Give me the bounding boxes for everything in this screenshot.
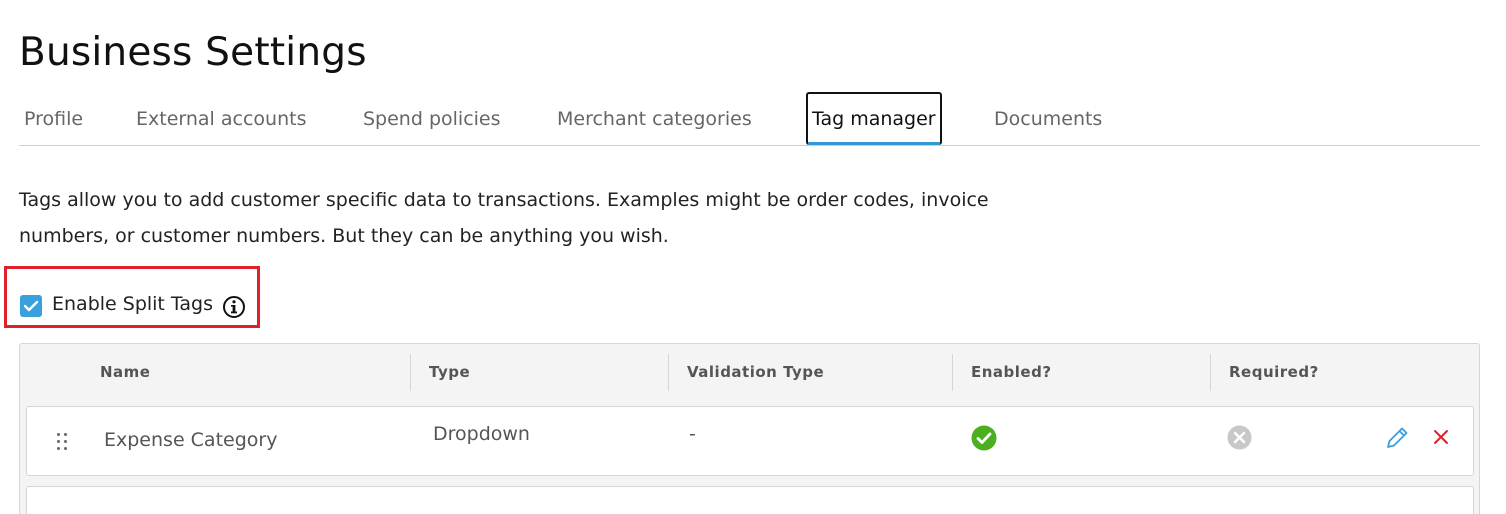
column-header-name[interactable]: Name: [100, 363, 150, 381]
column-header-required[interactable]: Required?: [1229, 363, 1319, 381]
column-divider[interactable]: [1210, 354, 1211, 391]
column-header-enabled[interactable]: Enabled?: [971, 363, 1052, 381]
required-disabled-icon: [1227, 425, 1252, 454]
column-divider[interactable]: [410, 354, 411, 391]
checkmark-icon: [23, 300, 39, 312]
enable-split-tags-checkbox[interactable]: [20, 295, 42, 317]
table-row: Expense Category Dropdown -: [26, 406, 1474, 476]
page-title: Business Settings: [19, 30, 367, 75]
tags-table: Name Type Validation Type Enabled? Requi…: [19, 343, 1480, 514]
edit-pencil-icon[interactable]: [1384, 425, 1410, 455]
column-header-type[interactable]: Type: [429, 363, 470, 381]
tab-profile[interactable]: Profile: [24, 92, 83, 144]
column-header-validation-type[interactable]: Validation Type: [687, 363, 824, 381]
tag-type-cell: Dropdown: [433, 423, 530, 445]
tab-tag-manager[interactable]: Tag manager: [806, 92, 942, 145]
table-row: [26, 486, 1474, 514]
info-icon[interactable]: [222, 295, 246, 319]
tag-name-cell: Expense Category: [104, 429, 278, 451]
validation-type-cell: -: [689, 423, 696, 445]
enable-split-tags-label[interactable]: Enable Split Tags: [52, 293, 213, 315]
settings-tabs: Profile External accounts Spend policies…: [19, 92, 1480, 146]
tab-merchant-categories[interactable]: Merchant categories: [557, 92, 752, 144]
delete-x-icon[interactable]: [1433, 429, 1449, 449]
tab-external-accounts[interactable]: External accounts: [136, 92, 306, 144]
enabled-check-icon: [971, 425, 997, 455]
drag-handle-icon[interactable]: [57, 433, 69, 451]
tab-documents[interactable]: Documents: [994, 92, 1102, 144]
description-text: Tags allow you to add customer specific …: [19, 189, 989, 247]
tab-spend-policies[interactable]: Spend policies: [363, 92, 501, 144]
column-divider[interactable]: [668, 354, 669, 391]
column-divider[interactable]: [952, 354, 953, 391]
